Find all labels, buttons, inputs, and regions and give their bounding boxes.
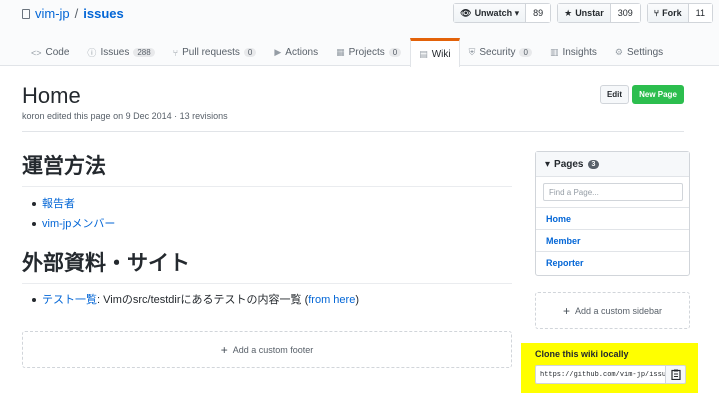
add-sidebar-label: Add a custom sidebar [574, 305, 663, 316]
star-icon: ★ [564, 7, 573, 18]
pages-panel: ▾ Pages 3 Home Member Reporter [535, 151, 690, 276]
tab-insights[interactable]: ▥ Insights [541, 38, 606, 66]
clone-wiki-panel: Clone this wiki locally [521, 343, 698, 393]
repo-owner-link[interactable]: vim-jp [35, 6, 70, 21]
tab-label: Projects [348, 47, 385, 58]
tab-count: 0 [388, 48, 402, 57]
tab-pull-requests[interactable]: ⑂ Pull requests 0 [164, 38, 266, 66]
star-button-group: ★ Unstar 309 [557, 3, 641, 23]
forks-count[interactable]: 11 [688, 4, 712, 22]
repo-title: vim-jp / issues [22, 6, 124, 21]
tab-label: Actions [285, 47, 319, 58]
page-link-home[interactable]: Home [536, 207, 689, 229]
list-item: vim-jpメンバー [32, 214, 115, 234]
page-title: Home [22, 83, 81, 108]
tab-count: 0 [519, 48, 532, 57]
from-here-link[interactable]: from here [308, 294, 355, 306]
issue-icon: ⓘ [87, 48, 97, 58]
watch-button-group: 👁 Unwatch ▾ 89 [453, 3, 552, 23]
add-custom-footer[interactable]: + Add a custom footer [22, 331, 512, 368]
tab-label: Security [479, 47, 516, 58]
clone-label: Clone this wiki locally [535, 349, 629, 359]
tab-label: Pull requests [182, 47, 240, 58]
repo-actions: 👁 Unwatch ▾ 89 ★ Unstar 309 ⑂ Fork 11 [453, 3, 713, 23]
link-list: テスト一覧: Vimのsrc/testdirにあるテストの内容一覧 (from … [32, 290, 359, 310]
caret-down-icon: ▾ [545, 158, 551, 170]
tab-label: Issues [100, 47, 130, 58]
tab-wiki[interactable]: ▤ Wiki [410, 38, 460, 67]
add-footer-label: Add a custom footer [232, 344, 314, 355]
unwatch-button[interactable]: 👁 Unwatch ▾ [454, 4, 527, 22]
pull-request-icon: ⑂ [172, 47, 179, 58]
tab-label: Wiki [431, 48, 451, 60]
tab-label: Insights [562, 47, 597, 58]
plus-icon: + [562, 303, 570, 318]
unstar-label: Unstar [575, 8, 604, 18]
page-link-member[interactable]: Member [536, 229, 689, 251]
stars-count[interactable]: 309 [610, 4, 640, 22]
fork-label: Fork [662, 8, 682, 18]
pages-label: Pages [554, 158, 584, 170]
repo-tabs: <> Code ⓘ Issues 288 ⑂ Pull requests 0 ▶ Actio… [22, 38, 672, 67]
tab-settings[interactable]: ⚙ Settings [606, 38, 672, 66]
list-item-text: : Vimのsrc/testdirにあるテストの内容一覧 ( [97, 294, 309, 306]
repo-separator: / [74, 6, 79, 21]
tab-code[interactable]: <> Code [22, 38, 78, 66]
watchers-count[interactable]: 89 [526, 4, 551, 22]
find-page-input[interactable] [543, 183, 683, 201]
member-link[interactable]: vim-jpメンバー [42, 218, 115, 230]
page-link-reporter[interactable]: Reporter [536, 251, 689, 273]
clone-url-input[interactable] [535, 365, 666, 384]
book-icon: ▤ [419, 48, 428, 59]
project-icon: ▦ [336, 47, 345, 57]
eye-icon: 👁 [460, 7, 472, 18]
tab-security[interactable]: ⛨ Security 0 [460, 38, 541, 66]
code-icon: <> [31, 47, 42, 58]
list-item: テスト一覧: Vimのsrc/testdirにあるテストの内容一覧 (from … [32, 290, 359, 310]
divider [22, 131, 684, 132]
repo-name-link[interactable]: issues [83, 6, 123, 21]
gear-icon: ⚙ [614, 47, 623, 57]
tab-count: 0 [243, 48, 257, 57]
add-custom-sidebar[interactable]: + Add a custom sidebar [535, 292, 690, 329]
tab-issues[interactable]: ⓘ Issues 288 [78, 38, 163, 66]
new-page-button[interactable]: New Page [632, 85, 684, 104]
edit-button[interactable]: Edit [600, 85, 629, 104]
clone-url-row [535, 365, 698, 384]
list-item: 報告者 [32, 194, 115, 214]
list-item-text: ) [355, 294, 359, 306]
test-list-link[interactable]: テスト一覧 [42, 294, 97, 306]
clipboard-icon [670, 369, 681, 380]
fork-button-group: ⑂ Fork 11 [646, 3, 713, 23]
section-heading: 運営方法 [22, 150, 512, 187]
shield-icon: ⛨ [468, 47, 476, 57]
pages-toggle[interactable]: ▾ Pages 3 [536, 152, 689, 177]
tab-projects[interactable]: ▦ Projects 0 [327, 38, 410, 66]
fork-button[interactable]: ⑂ Fork [647, 4, 689, 22]
plus-icon: + [220, 342, 228, 357]
section-heading: 外部資料・サイト [22, 247, 512, 284]
repo-header: vim-jp / issues 👁 Unwatch ▾ 89 ★ Unstar 30… [0, 0, 719, 67]
graph-icon: ▥ [549, 47, 559, 57]
fork-icon: ⑂ [653, 8, 660, 18]
repo-icon [22, 8, 30, 19]
link-list: 報告者 vim-jpメンバー [32, 194, 115, 234]
tab-label: Code [45, 47, 70, 58]
unwatch-label: Unwatch ▾ [474, 7, 520, 18]
unstar-button[interactable]: ★ Unstar [558, 4, 611, 22]
pages-count-badge: 3 [587, 159, 600, 169]
tab-label: Settings [627, 47, 664, 58]
page-meta: koron edited this page on 9 Dec 2014 · 1… [22, 111, 228, 121]
tab-count: 288 [133, 48, 155, 57]
reporter-link[interactable]: 報告者 [42, 198, 75, 210]
play-icon: ▶ [274, 47, 282, 57]
copy-button[interactable] [666, 365, 686, 384]
tab-actions[interactable]: ▶ Actions [265, 38, 327, 66]
